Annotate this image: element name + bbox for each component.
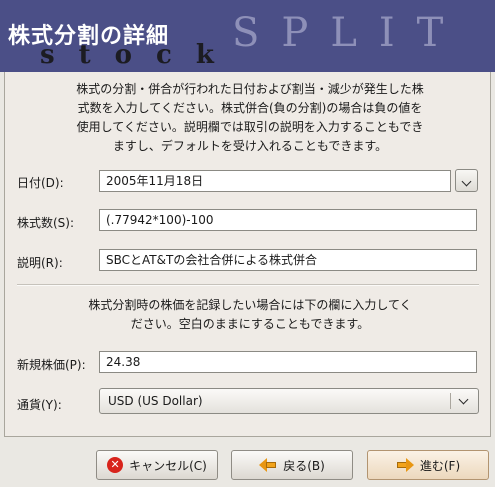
price-intro-text: 株式分割時の株価を記録したい場合には下の欄に入力してく ださい。空白のままにする… — [25, 296, 475, 334]
shares-field[interactable]: (.77942*100)-100 — [99, 209, 477, 231]
date-picker-button[interactable] — [455, 169, 478, 192]
cancel-icon: ✕ — [107, 457, 124, 473]
chevron-down-icon — [461, 176, 472, 187]
next-button[interactable]: 進む(F) — [367, 450, 489, 480]
back-button-label: 戻る(B) — [283, 458, 325, 473]
currency-value: USD (US Dollar) — [108, 394, 203, 408]
back-button[interactable]: 戻る(B) — [231, 450, 353, 480]
cancel-button-label: キャンセル(C) — [129, 458, 207, 473]
currency-select[interactable]: USD (US Dollar) — [99, 388, 479, 414]
price-label: 新規株価(P): — [17, 358, 86, 372]
cancel-button[interactable]: ✕ キャンセル(C) — [96, 450, 218, 480]
combo-separator — [450, 393, 451, 409]
currency-label: 通貨(Y): — [17, 398, 62, 412]
logo-split-text: SPLIT — [232, 10, 466, 56]
date-field[interactable]: 2005年11月18日 — [99, 170, 451, 192]
intro-line: ますし、デフォルトを受け入れることもできます。 — [112, 139, 388, 153]
form-panel: 株式の分割・併合が行われた日付および割当・減少が発生した株 式数を入力してくださ… — [4, 72, 491, 437]
price-intro-line: 株式分割時の株価を記録したい場合には下の欄に入力してく — [88, 298, 412, 312]
section-divider — [17, 284, 479, 286]
intro-line: 株式の分割・併合が行われた日付および割当・減少が発生した株 — [76, 82, 424, 96]
next-button-label: 進む(F) — [419, 458, 461, 473]
intro-line: 式数を入力してください。株式併合(負の分割)の場合は負の値を — [77, 101, 423, 115]
intro-text: 株式の分割・併合が行われた日付および割当・減少が発生した株 式数を入力してくださ… — [25, 80, 475, 156]
intro-line: 使用してください。説明欄では取引の説明を入力することもでき — [76, 120, 424, 134]
arrow-right-icon — [396, 458, 414, 472]
arrow-left-icon — [259, 458, 277, 472]
price-field[interactable]: 24.38 — [99, 351, 477, 373]
description-label: 説明(R): — [17, 256, 63, 270]
wizard-banner: SPLIT stock 株式分割の詳細 — [0, 0, 495, 72]
page-title: 株式分割の詳細 — [8, 24, 170, 49]
date-label: 日付(D): — [17, 176, 64, 190]
shares-label: 株式数(S): — [17, 216, 75, 230]
price-intro-line: ださい。空白のままにすることもできます。 — [130, 317, 370, 331]
description-field[interactable]: SBCとAT&Tの会社合併による株式併合 — [99, 249, 477, 271]
chevron-down-icon — [458, 394, 469, 405]
